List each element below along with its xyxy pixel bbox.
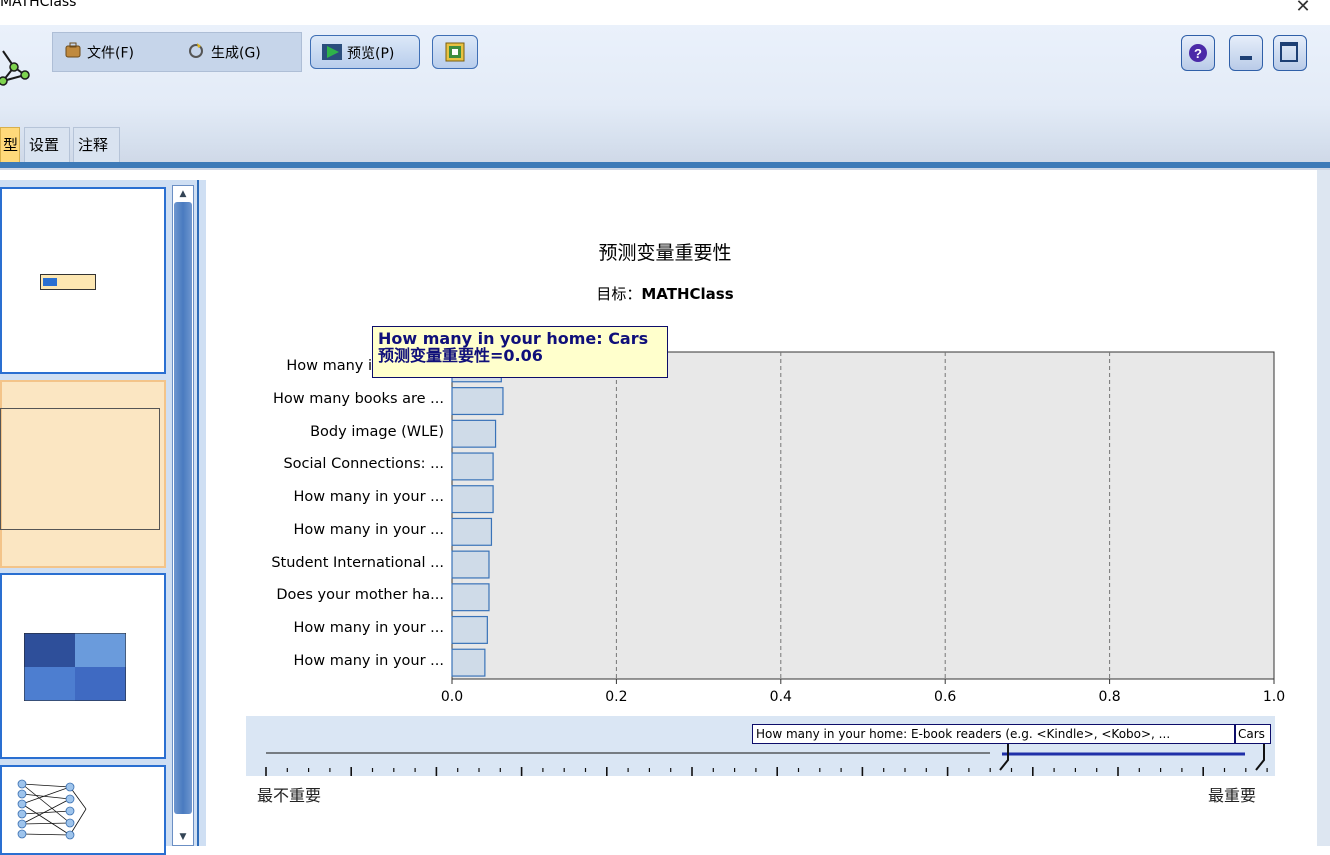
importance-slider[interactable] <box>0 0 1330 846</box>
slider-handle-left[interactable] <box>999 744 1009 771</box>
least-important-label: 最不重要 <box>257 786 322 805</box>
most-important-label: 最重要 <box>1208 786 1257 805</box>
slider-handle-right[interactable] <box>1255 744 1265 771</box>
